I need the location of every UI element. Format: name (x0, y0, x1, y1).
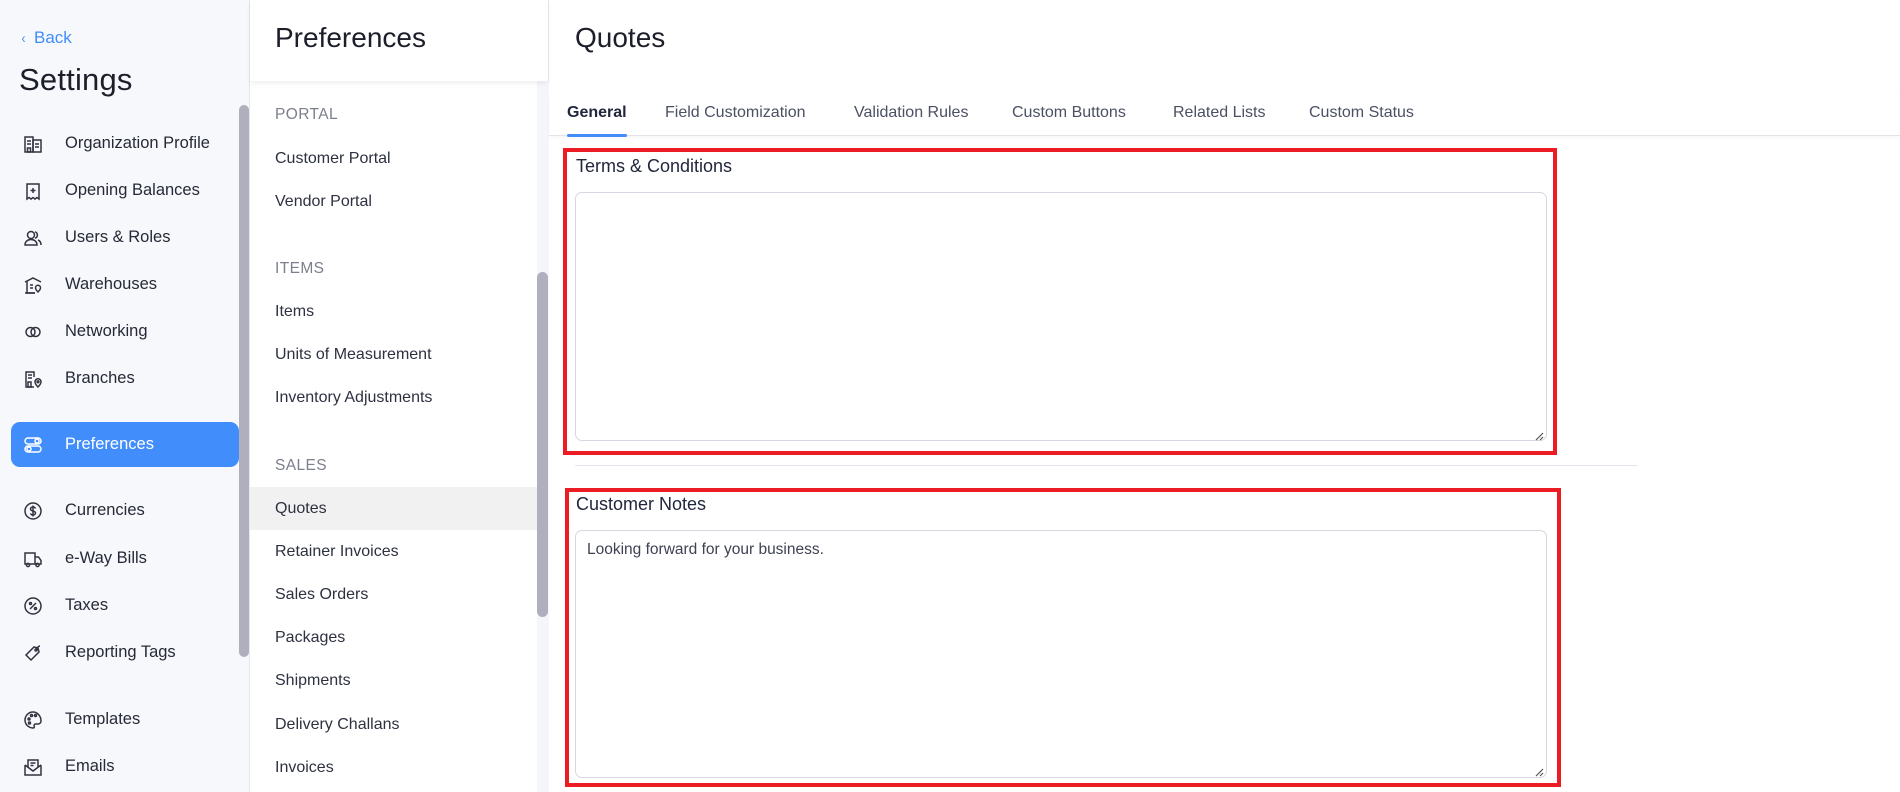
tab-bar: General Field Customization Validation R… (549, 96, 1900, 137)
envelope-open-icon (22, 756, 44, 778)
preferences-header: Preferences (250, 0, 548, 81)
tab-custom-buttons[interactable]: Custom Buttons (1012, 104, 1126, 136)
chevron-left-icon: ‹ (21, 29, 26, 47)
tab-validation-rules[interactable]: Validation Rules (854, 104, 968, 136)
group-heading-sales: SALES (275, 457, 327, 474)
resize-grip-icon[interactable] (1534, 428, 1544, 441)
building-icon (22, 133, 44, 155)
sidebar-item-opening-balances[interactable]: Opening Balances (11, 168, 239, 213)
branch-location-icon (22, 368, 44, 390)
prefs-item-shipments[interactable]: Shipments (250, 659, 537, 702)
tab-general[interactable]: General (567, 104, 627, 137)
section-divider (575, 465, 1638, 466)
group-heading-items: ITEMS (275, 260, 325, 277)
sidebar-item-label: Currencies (65, 501, 145, 519)
preferences-title: Preferences (275, 22, 426, 53)
users-icon (22, 227, 44, 249)
main-content: Quotes General Field Customization Valid… (549, 0, 1900, 792)
sidebar-item-emails[interactable]: Emails (11, 744, 239, 789)
sidebar-item-label: e-Way Bills (65, 549, 147, 567)
preferences-scrollbar[interactable] (537, 272, 548, 617)
truck-icon (22, 548, 44, 570)
prefs-item-items[interactable]: Items (250, 290, 537, 333)
sidebar-item-label: Opening Balances (65, 181, 200, 199)
dollar-circle-icon (22, 500, 44, 522)
sidebar-item-currencies[interactable]: Currencies (11, 488, 239, 533)
sidebar-item-reporting-tags[interactable]: Reporting Tags (11, 630, 239, 675)
sidebar-item-branches[interactable]: Branches (11, 356, 239, 401)
prefs-item-delivery-challans[interactable]: Delivery Challans (250, 703, 537, 746)
sidebar-item-eway-bills[interactable]: e-Way Bills (11, 536, 239, 581)
tab-field-customization[interactable]: Field Customization (665, 104, 806, 136)
warehouse-icon (22, 274, 44, 296)
sidebar-item-label: Preferences (65, 435, 154, 453)
back-link[interactable]: ‹ Back (21, 28, 72, 48)
tag-icon (22, 642, 44, 664)
prefs-item-inventory-adjustments[interactable]: Inventory Adjustments (250, 376, 537, 419)
tab-related-lists[interactable]: Related Lists (1173, 104, 1266, 136)
sidebar-item-taxes[interactable]: Taxes (11, 583, 239, 628)
sidebar-item-label: Users & Roles (65, 228, 171, 246)
sidebar-item-label: Taxes (65, 596, 109, 614)
prefs-item-retainer-invoices[interactable]: Retainer Invoices (250, 530, 537, 573)
sidebar-item-label: Emails (65, 757, 115, 775)
back-label: Back (34, 28, 72, 47)
resize-grip-icon[interactable] (1534, 764, 1544, 777)
sidebar-item-label: Branches (65, 369, 135, 387)
settings-sidebar: ‹ Back Settings Organization Profile Ope… (0, 0, 250, 792)
sidebar-item-label: Templates (65, 710, 141, 728)
terms-textarea[interactable] (575, 192, 1547, 441)
preferences-panel: Preferences PORTAL Customer Portal Vendo… (250, 0, 549, 792)
prefs-item-quotes[interactable]: Quotes (250, 487, 537, 530)
prefs-item-sales-orders[interactable]: Sales Orders (250, 573, 537, 616)
notes-label: Customer Notes (576, 494, 707, 514)
prefs-item-units-of-measurement[interactable]: Units of Measurement (250, 333, 537, 376)
percent-circle-icon (22, 595, 44, 617)
settings-title: Settings (19, 62, 133, 97)
palette-icon (22, 709, 44, 731)
receipt-icon (22, 180, 44, 202)
rings-icon (22, 321, 44, 343)
group-heading-portal: PORTAL (275, 106, 338, 123)
sidebar-item-preferences[interactable]: Preferences (11, 422, 239, 467)
terms-label: Terms & Conditions (576, 156, 733, 176)
sidebar-item-networking[interactable]: Networking (11, 309, 239, 354)
sidebar-scrollbar[interactable] (239, 105, 249, 657)
sidebar-item-templates[interactable]: Templates (11, 697, 239, 742)
sidebar-item-users-roles[interactable]: Users & Roles (11, 215, 239, 260)
notes-textarea[interactable]: Looking forward for your business. (575, 530, 1547, 778)
tab-custom-status[interactable]: Custom Status (1309, 104, 1414, 136)
toggles-icon (22, 434, 44, 456)
prefs-item-customer-portal[interactable]: Customer Portal (250, 137, 537, 180)
sidebar-item-label: Reporting Tags (65, 643, 176, 661)
sidebar-item-label: Warehouses (65, 275, 158, 293)
sidebar-item-warehouses[interactable]: Warehouses (11, 262, 239, 307)
sidebar-item-label: Networking (65, 322, 148, 340)
prefs-item-invoices[interactable]: Invoices (250, 746, 537, 789)
prefs-item-packages[interactable]: Packages (250, 616, 537, 659)
sidebar-item-label: Organization Profile (65, 134, 210, 152)
page-title: Quotes (575, 22, 666, 53)
sidebar-item-organization-profile[interactable]: Organization Profile (11, 121, 239, 166)
prefs-item-vendor-portal[interactable]: Vendor Portal (250, 180, 537, 223)
